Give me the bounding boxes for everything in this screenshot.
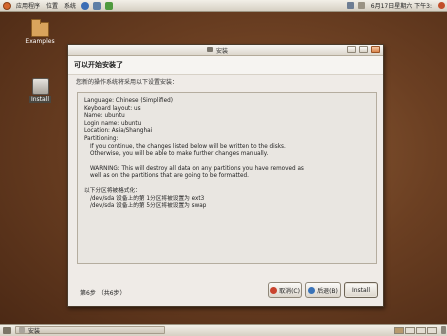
trash-icon[interactable]	[441, 326, 446, 334]
page-title: 可以开始安装了	[74, 61, 123, 69]
summary-line: 以下分区将被格式化：	[84, 187, 141, 194]
summary-line: Name: ubuntu	[84, 113, 125, 120]
window-app-icon	[207, 47, 213, 52]
desktop-icon-label: Examples	[25, 38, 55, 45]
summary-line: Login name: ubuntu	[84, 120, 142, 127]
installer-icon	[19, 327, 25, 333]
show-desktop-icon[interactable]	[3, 327, 11, 334]
summary-line: /dev/sda 设备上的第 1分区将被设置为 ext3	[90, 195, 205, 202]
installer-window: 安装 可以开始安装了 您新的操作系统将采用以下设置安装： Language: C…	[67, 44, 384, 307]
summary-line: /dev/sda 设备上的第 5分区将被设置为 swap	[90, 203, 207, 210]
back-arrow-icon	[308, 286, 316, 294]
bottom-panel: 安装	[0, 324, 447, 336]
page-header: 可以开始安装了	[68, 56, 383, 75]
window-titlebar[interactable]: 安装	[68, 45, 383, 56]
installer-icon	[31, 78, 49, 95]
web-browser-icon[interactable]	[81, 1, 90, 10]
summary-line: Otherwise, you will be able to make furt…	[90, 151, 269, 158]
workspace-3[interactable]	[416, 327, 426, 334]
help-icon[interactable]	[105, 1, 114, 10]
summary-line: Keyboard layout: us	[84, 105, 141, 112]
ubuntu-logo-icon[interactable]	[3, 1, 11, 10]
summary-line: Language: Chinese (Simplified)	[84, 98, 173, 104]
window-controls	[347, 46, 380, 53]
cancel-icon	[270, 286, 278, 294]
workspace-4[interactable]	[427, 327, 437, 334]
cancel-button-label: 取消(C)	[279, 287, 300, 295]
maximize-icon[interactable]	[359, 46, 368, 53]
power-icon[interactable]	[438, 2, 445, 9]
network-icon[interactable]	[346, 2, 354, 9]
workspace-switcher	[394, 327, 437, 334]
email-icon[interactable]	[93, 1, 102, 10]
summary-line: Partitioning:	[84, 135, 119, 142]
taskbar-item-label: 安装	[28, 327, 41, 335]
summary-line: WARNING: This will destroy all data on a…	[90, 165, 304, 172]
summary-line: well as on the partitions that are going…	[90, 173, 249, 180]
back-button[interactable]: 后退(B)	[305, 282, 341, 298]
folder-icon	[31, 19, 49, 37]
workspace-1[interactable]	[394, 327, 404, 334]
summary-line: If you continue, the changes listed belo…	[90, 143, 286, 150]
summary-line: Location: Asia/Shanghai	[84, 128, 153, 135]
window-title: 安装	[216, 48, 229, 55]
desktop-icon-install[interactable]: Install	[22, 78, 58, 103]
desktop-icon-label: Install	[28, 96, 52, 103]
close-icon[interactable]	[371, 46, 380, 53]
intro-text: 您新的操作系统将采用以下设置安装：	[76, 79, 179, 86]
cancel-button[interactable]: 取消(C)	[268, 282, 302, 298]
volume-icon[interactable]	[357, 2, 365, 9]
clock[interactable]: 6月17日星期六 下午3:	[367, 1, 436, 10]
install-button-label: Install	[351, 286, 371, 294]
menu-system[interactable]: 系统	[61, 1, 79, 10]
settings-summary[interactable]: Language: Chinese (Simplified) Keyboard …	[77, 92, 377, 264]
step-indicator: 第6步 （共6步）	[80, 290, 126, 297]
menu-places[interactable]: 位置	[43, 1, 61, 10]
menu-applications[interactable]: 应用程序	[13, 1, 43, 10]
taskbar-item-install[interactable]: 安装	[15, 326, 165, 335]
top-panel: 应用程序 位置 系统 6月17日星期六 下午3:	[0, 0, 447, 12]
minimize-icon[interactable]	[347, 46, 356, 53]
back-button-label: 后退(B)	[317, 287, 338, 295]
install-button[interactable]: Install	[344, 282, 378, 298]
desktop-icon-examples[interactable]: Examples	[22, 19, 58, 45]
workspace-2[interactable]	[405, 327, 415, 334]
